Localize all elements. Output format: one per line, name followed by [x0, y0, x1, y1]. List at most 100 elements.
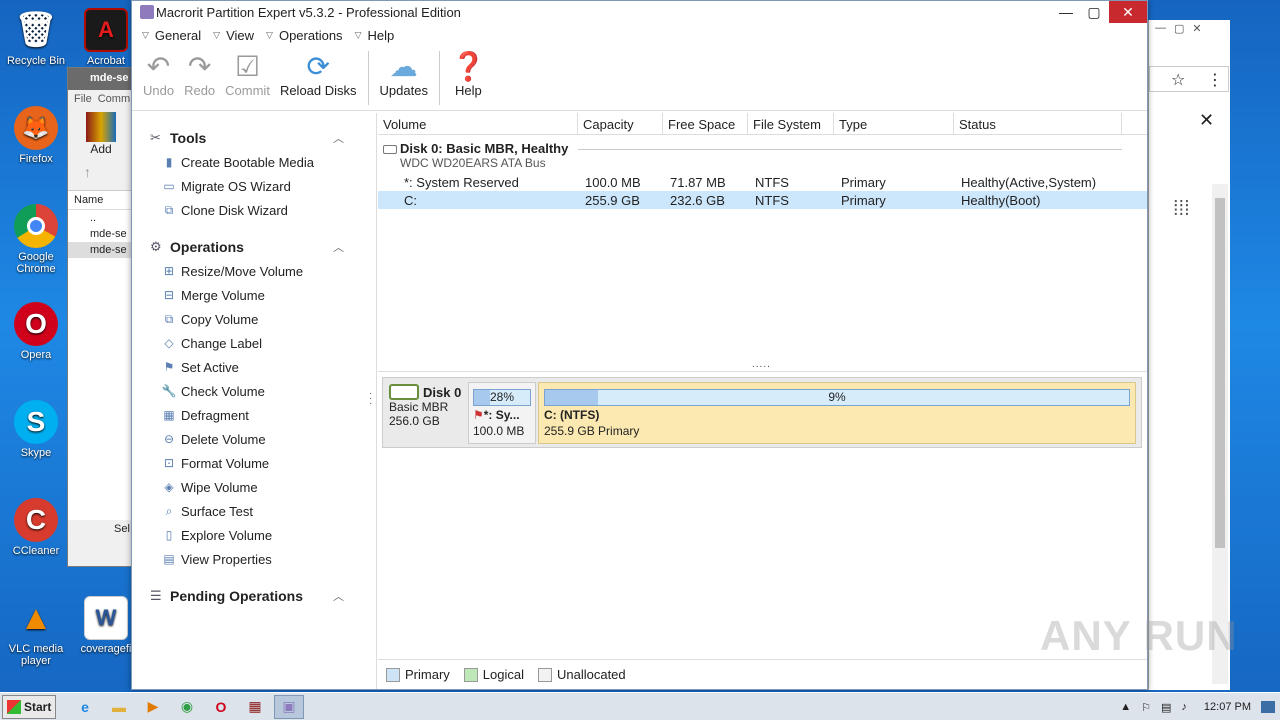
show-desktop-icon[interactable] [1261, 701, 1275, 713]
help-button[interactable]: ❓ Help [446, 51, 491, 98]
op-surface-test[interactable]: ⌕ Surface Test [132, 499, 376, 523]
menu-help[interactable]: ▽ Help [355, 28, 395, 43]
splitter-grip[interactable]: ..... [752, 359, 771, 370]
desktop-icon-acrobat[interactable]: A Acrobat [76, 8, 136, 67]
collapse-icon[interactable]: ︿ [333, 130, 344, 146]
op-defragment[interactable]: ▦ Defragment [132, 403, 376, 427]
op-check-volume[interactable]: 🔧 Check Volume [132, 379, 376, 403]
winrar-menu-commands[interactable]: Comm [98, 93, 130, 105]
op-wipe[interactable]: ◈ Wipe Volume [132, 475, 376, 499]
desktop-icon-ccleaner[interactable]: C CCleaner [1, 498, 71, 557]
close-icon[interactable]: ✕ [1192, 22, 1201, 35]
op-format[interactable]: ⊡ Format Volume [132, 451, 376, 475]
volume-icon[interactable]: ♪ [1181, 701, 1187, 713]
desktop-icon-vlc[interactable]: ▲ VLC media player [1, 596, 71, 668]
collapse-icon[interactable]: ︿ [333, 239, 344, 255]
taskbar-winrar[interactable]: ▦ [240, 695, 270, 719]
usage-bar: 28% [473, 389, 531, 406]
start-button[interactable]: Start [2, 694, 56, 719]
pane-splitter[interactable] [378, 371, 1147, 372]
clock[interactable]: 12:07 PM [1204, 701, 1251, 713]
menu-general[interactable]: ▽ General [142, 28, 201, 43]
taskbar-ie[interactable]: e [70, 695, 100, 719]
tool-migrate-os[interactable]: ▭ Migrate OS Wizard [132, 174, 376, 198]
maximize-button[interactable]: ▢ [1079, 1, 1109, 23]
close-notification-icon[interactable]: ✕ [1199, 110, 1214, 131]
commit-button[interactable]: ☑ Commit [220, 51, 275, 98]
op-merge[interactable]: ⊟ Merge Volume [132, 283, 376, 307]
column-volume[interactable]: Volume [378, 113, 578, 134]
window-title: Macrorit Partition Expert v5.3.2 - Profe… [156, 4, 461, 20]
tool-clone-disk[interactable]: ⧉ Clone Disk Wizard [132, 198, 376, 222]
table-row[interactable]: C: 255.9 GB 232.6 GB NTFS Primary Health… [378, 191, 1147, 209]
op-resize-move[interactable]: ⊞ Resize/Move Volume [132, 259, 376, 283]
desktop-icon-coverage[interactable]: W coveragefi [76, 596, 136, 655]
op-set-active[interactable]: ⚑ Set Active [132, 355, 376, 379]
menu-operations[interactable]: ▽ Operations [266, 28, 343, 43]
collapse-icon[interactable]: ︿ [333, 588, 344, 604]
tools-section-header[interactable]: ✂ Tools ︿ [132, 126, 376, 150]
column-capacity[interactable]: Capacity [578, 113, 663, 134]
close-button[interactable]: ✕ [1109, 1, 1147, 23]
minimize-icon[interactable]: — [1155, 22, 1166, 35]
apps-grid-icon[interactable]: ⁞⁞⁞ [1173, 198, 1190, 221]
op-delete[interactable]: ⊖ Delete Volume [132, 427, 376, 451]
column-file-system[interactable]: File System [748, 113, 834, 134]
disk-row[interactable]: Disk 0: Basic MBR, Healthy WDC WD20EARS … [378, 135, 1147, 173]
scrollbar-thumb[interactable] [1215, 198, 1225, 548]
disk-map[interactable]: Disk 0 Basic MBR 256.0 GB 28% ⚑*: Sy... … [382, 377, 1142, 448]
chrome-menu-icon[interactable]: ⋮ [1207, 70, 1223, 90]
taskbar-partition-expert[interactable]: ▣ [274, 694, 304, 719]
legend-swatch [463, 667, 478, 682]
winrar-up-icon[interactable]: ↑ [84, 164, 134, 180]
taskbar-explorer[interactable]: ▬ [104, 695, 134, 719]
column-type[interactable]: Type [834, 113, 954, 134]
op-explore[interactable]: ▯ Explore Volume [132, 523, 376, 547]
desktop-icon-opera[interactable]: O Opera [1, 302, 71, 361]
pending-section-header[interactable]: ☰ Pending Operations ︿ [132, 584, 376, 608]
desktop-icon-skype[interactable]: S Skype [1, 400, 71, 459]
bookmark-star-icon[interactable]: ☆ [1171, 70, 1185, 90]
table-row[interactable]: *: System Reserved 100.0 MB 71.87 MB NTF… [378, 173, 1147, 191]
browser-scrollbar[interactable] [1212, 184, 1228, 684]
taskbar-chrome[interactable]: ◉ [172, 695, 202, 719]
redo-button[interactable]: ↷ Redo [179, 51, 220, 98]
opera-icon: O [14, 302, 58, 346]
title-bar[interactable]: Macrorit Partition Expert v5.3.2 - Profe… [132, 1, 1147, 23]
winrar-row[interactable]: mde-se [68, 226, 134, 242]
op-change-label[interactable]: ◇ Change Label [132, 331, 376, 355]
show-hidden-icons-icon[interactable]: ▲ [1120, 701, 1131, 713]
flag-icon[interactable]: ⚐ [1141, 701, 1151, 714]
undo-button[interactable]: ↶ Undo [138, 51, 179, 98]
column-status[interactable]: Status [954, 113, 1122, 134]
panel-resize-handle[interactable]: · · · [369, 389, 372, 409]
partition-block-system-reserved[interactable]: 28% ⚑*: Sy... 100.0 MB [468, 382, 536, 444]
tool-create-bootable-media[interactable]: ▮ Create Bootable Media [132, 150, 376, 174]
reload-disks-button[interactable]: ⟳ Reload Disks [275, 51, 362, 98]
media-player-icon: ▶ [147, 698, 159, 714]
partition-block-c[interactable]: 9% C: (NTFS) 255.9 GB Primary [538, 382, 1136, 444]
restore-icon[interactable]: ▢ [1174, 22, 1184, 35]
desktop-icon-chrome[interactable]: Google Chrome [1, 204, 71, 275]
winrar-window[interactable]: mde-se File Comm Add ↑ Name .. mde-se md… [67, 67, 135, 567]
taskbar-opera[interactable]: O [206, 695, 236, 719]
search-icon: ⌕ [165, 503, 173, 518]
taskbar-media-player[interactable]: ▶ [138, 695, 168, 719]
column-free-space[interactable]: Free Space [663, 113, 748, 134]
network-icon[interactable]: ▤ [1161, 701, 1171, 714]
winrar-row[interactable]: mde-se [68, 242, 134, 258]
partition-expert-window[interactable]: Macrorit Partition Expert v5.3.2 - Profe… [131, 0, 1148, 690]
op-label: Format Volume [181, 455, 270, 471]
op-copy[interactable]: ⧉ Copy Volume [132, 307, 376, 331]
desktop-icon-recycle-bin[interactable]: 🗑 Recycle Bin [1, 8, 71, 67]
winrar-add-button[interactable]: Add [68, 108, 134, 156]
op-view-properties[interactable]: ▤ View Properties [132, 547, 376, 571]
winrar-row[interactable]: .. [68, 210, 134, 226]
winrar-menu-file[interactable]: File [74, 93, 92, 105]
desktop-icon-firefox[interactable]: 🦊 Firefox [1, 106, 71, 165]
operations-section-header[interactable]: ⚙ Operations ︿ [132, 235, 376, 259]
minimize-button[interactable]: — [1051, 1, 1081, 23]
menu-view[interactable]: ▽ View [213, 28, 254, 43]
winrar-column-name[interactable]: Name [68, 191, 134, 210]
updates-button[interactable]: ☁ Updates [375, 51, 433, 98]
